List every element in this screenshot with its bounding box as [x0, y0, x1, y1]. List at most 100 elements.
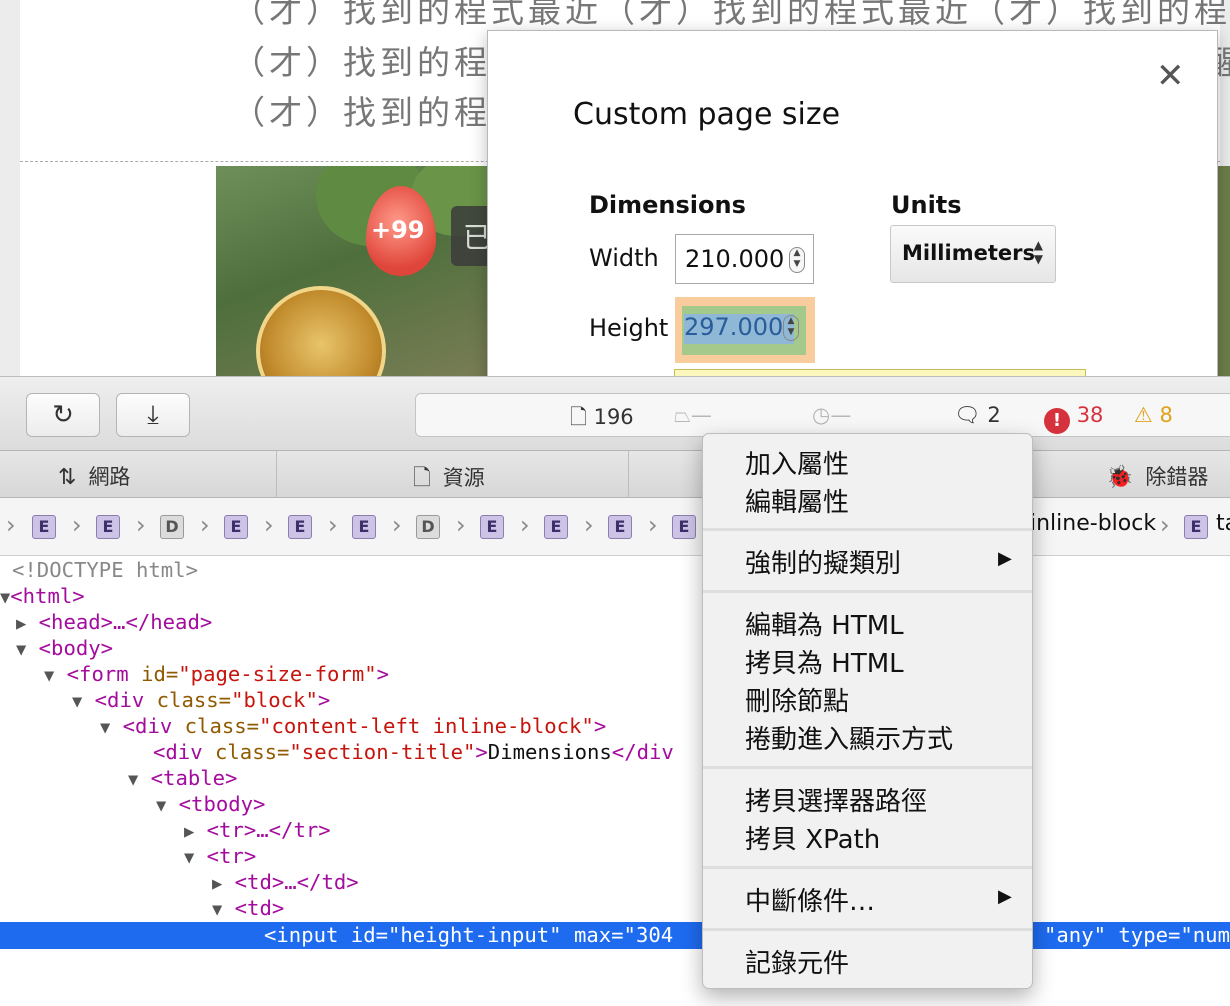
disclosure-open-icon[interactable]: ▼ [0, 588, 10, 608]
reload-button[interactable]: ↻ [26, 393, 100, 437]
inspector-tooltip [674, 369, 1086, 376]
custom-page-size-dialog: ✕ Custom page size Dimensions Units Widt… [487, 30, 1218, 376]
tree-node-html[interactable]: ▼<html> [0, 583, 85, 609]
tab-debugger[interactable]: 🐞 除錯器 [1030, 451, 1230, 497]
tree-node-div-block[interactable]: ▼ <div class="block"> [72, 687, 330, 713]
load-time-status[interactable]: ◷— [812, 403, 851, 427]
menu-item-copy-selector-path[interactable]: 拷貝選擇器路徑 [745, 781, 927, 818]
download-button[interactable]: ⤓ [116, 393, 190, 437]
width-label: Width [589, 244, 659, 272]
resources-count[interactable]: 🗋 196 [570, 403, 634, 438]
breadcrumb-item[interactable]: E [1184, 515, 1208, 539]
tree-node-table[interactable]: ▼ <table> [128, 765, 237, 791]
menu-item-edit-as-html[interactable]: 編輯為 HTML [745, 605, 904, 642]
breadcrumb-item-label[interactable]: inline-block [1030, 511, 1156, 536]
menu-divider [703, 866, 1032, 869]
units-value: Millimeters [902, 241, 1035, 265]
height-input[interactable]: 297.000 ▲ ▼ [684, 307, 803, 353]
disclosure-closed-icon[interactable]: ▶ [184, 822, 194, 842]
disclosure-open-icon[interactable]: ▼ [72, 692, 82, 712]
tree-node-head[interactable]: ▶ <head>…</head> [16, 609, 212, 635]
resource-size-status[interactable]: ⏢— [674, 403, 712, 428]
tab-network[interactable]: ⇅ 網路 [0, 451, 277, 497]
breadcrumb-separator: › [520, 511, 530, 539]
breadcrumb-item[interactable]: E [352, 515, 376, 539]
menu-item-copy-as-html[interactable]: 拷貝為 HTML [745, 643, 904, 680]
error-icon: ! [1044, 408, 1070, 434]
disclosure-open-icon[interactable]: ▼ [16, 640, 26, 660]
context-menu: 加入屬性 編輯屬性 強制的擬類別 ▶ 編輯為 HTML 拷貝為 HTML 刪除節… [702, 433, 1033, 989]
breadcrumb-item[interactable]: E [32, 515, 56, 539]
message-icon: 🗨 [954, 403, 981, 427]
disclosure-open-icon[interactable]: ▼ [44, 666, 54, 686]
breadcrumb-item[interactable]: E [608, 515, 632, 539]
width-stepper[interactable]: ▲ ▼ [789, 247, 805, 273]
tree-node-doctype[interactable]: <!DOCTYPE html> [12, 557, 198, 583]
disclosure-closed-icon[interactable]: ▶ [16, 614, 26, 634]
breadcrumb-item[interactable]: E [224, 515, 248, 539]
tree-node-div-content-left[interactable]: ▼ <div class="content-left inline-block"… [100, 713, 606, 739]
breadcrumb-item[interactable]: E [96, 515, 120, 539]
close-icon[interactable]: ✕ [1156, 59, 1185, 93]
disclosure-closed-icon[interactable]: ▶ [212, 874, 222, 894]
disclosure-open-icon[interactable]: ▼ [156, 796, 166, 816]
menu-item-copy-xpath[interactable]: 拷貝 XPath [745, 819, 880, 856]
dialog-title: Custom page size [573, 97, 841, 132]
height-label: Height [589, 314, 669, 342]
menu-item-scroll-into-view[interactable]: 捲動進入顯示方式 [745, 719, 953, 756]
height-stepper[interactable]: ▲ ▼ [783, 315, 799, 341]
error-count[interactable]: ! 38 [1044, 403, 1103, 434]
width-input[interactable]: 210.000 ▲ ▼ [675, 234, 814, 284]
bug-icon: 🐞 [1106, 465, 1134, 490]
breadcrumb-item[interactable]: D [416, 515, 440, 539]
network-icon: ⇅ [58, 465, 77, 490]
menu-item-forced-pseudo-classes[interactable]: 強制的擬類別 [745, 543, 901, 580]
tab-resources[interactable]: 🗋 資源 [277, 451, 629, 497]
tree-node-div-section-title[interactable]: <div class="section-title">Dimensions</d… [153, 739, 674, 765]
menu-item-log-element[interactable]: 記錄元件 [745, 943, 849, 980]
menu-item-edit-attribute[interactable]: 編輯屬性 [745, 482, 849, 519]
disclosure-open-icon[interactable]: ▼ [184, 848, 194, 868]
breadcrumb-item[interactable]: E [288, 515, 312, 539]
warning-count[interactable]: ⚠ 8 [1134, 403, 1173, 427]
tree-node-td[interactable]: ▼ <td> [212, 895, 284, 921]
breadcrumb-item[interactable]: D [160, 515, 184, 539]
breadcrumb-separator: › [136, 511, 146, 539]
reload-icon: ↻ [52, 400, 74, 430]
tree-node-input-selected[interactable]: <input id="height-input" max="304 "any" … [0, 922, 1230, 949]
menu-item-break-on[interactable]: 中斷條件… [745, 881, 875, 918]
disclosure-open-icon[interactable]: ▼ [212, 900, 222, 920]
breadcrumb-separator: › [648, 511, 658, 539]
page-text-line-3: （才）找到的程式 [232, 93, 528, 132]
breadcrumb-separator: › [1160, 511, 1170, 539]
menu-item-delete-node[interactable]: 刪除節點 [745, 681, 849, 718]
submenu-arrow-icon: ▶ [998, 886, 1012, 907]
menu-divider [703, 766, 1032, 769]
selected-node-text-tail: "any" type="num [1044, 923, 1230, 947]
breadcrumb-item-label[interactable]: ta [1216, 511, 1230, 536]
menu-divider [703, 590, 1032, 593]
tree-node-tbody[interactable]: ▼ <tbody> [156, 791, 265, 817]
breadcrumb: › E › E › D › E › E › E › D › E › E › E … [0, 498, 1230, 556]
thumb-coin [256, 286, 386, 376]
tree-node-td[interactable]: ▶ <td>…</td> [212, 869, 359, 895]
warning-icon: ⚠ [1134, 403, 1153, 427]
breadcrumb-item[interactable]: E [544, 515, 568, 539]
breadcrumb-item[interactable]: E [672, 515, 696, 539]
tree-node-tr[interactable]: ▶ <tr>…</tr> [184, 817, 331, 843]
breadcrumb-separator: › [392, 511, 402, 539]
tree-node-body[interactable]: ▼ <body> [16, 635, 113, 661]
tree-node-tr[interactable]: ▼ <tr> [184, 843, 256, 869]
disclosure-open-icon[interactable]: ▼ [128, 770, 138, 790]
breadcrumb-separator: › [72, 511, 82, 539]
breadcrumb-item[interactable]: E [480, 515, 504, 539]
page-text-line-1: （才）找到的程式最近（才）找到的程式最近（才）找到的程 [232, 0, 1230, 30]
menu-item-add-attribute[interactable]: 加入屬性 [745, 444, 849, 481]
log-count[interactable]: 🗨 2 [954, 403, 1001, 428]
height-value: 297.000 [684, 313, 784, 341]
game-thumbnail: +99 已 [216, 166, 496, 376]
units-label: Units [891, 191, 962, 219]
units-select[interactable]: Millimeters ▲ ▼ [890, 225, 1056, 283]
tree-node-form[interactable]: ▼ <form id="page-size-form"> [44, 661, 389, 687]
disclosure-open-icon[interactable]: ▼ [100, 718, 110, 738]
